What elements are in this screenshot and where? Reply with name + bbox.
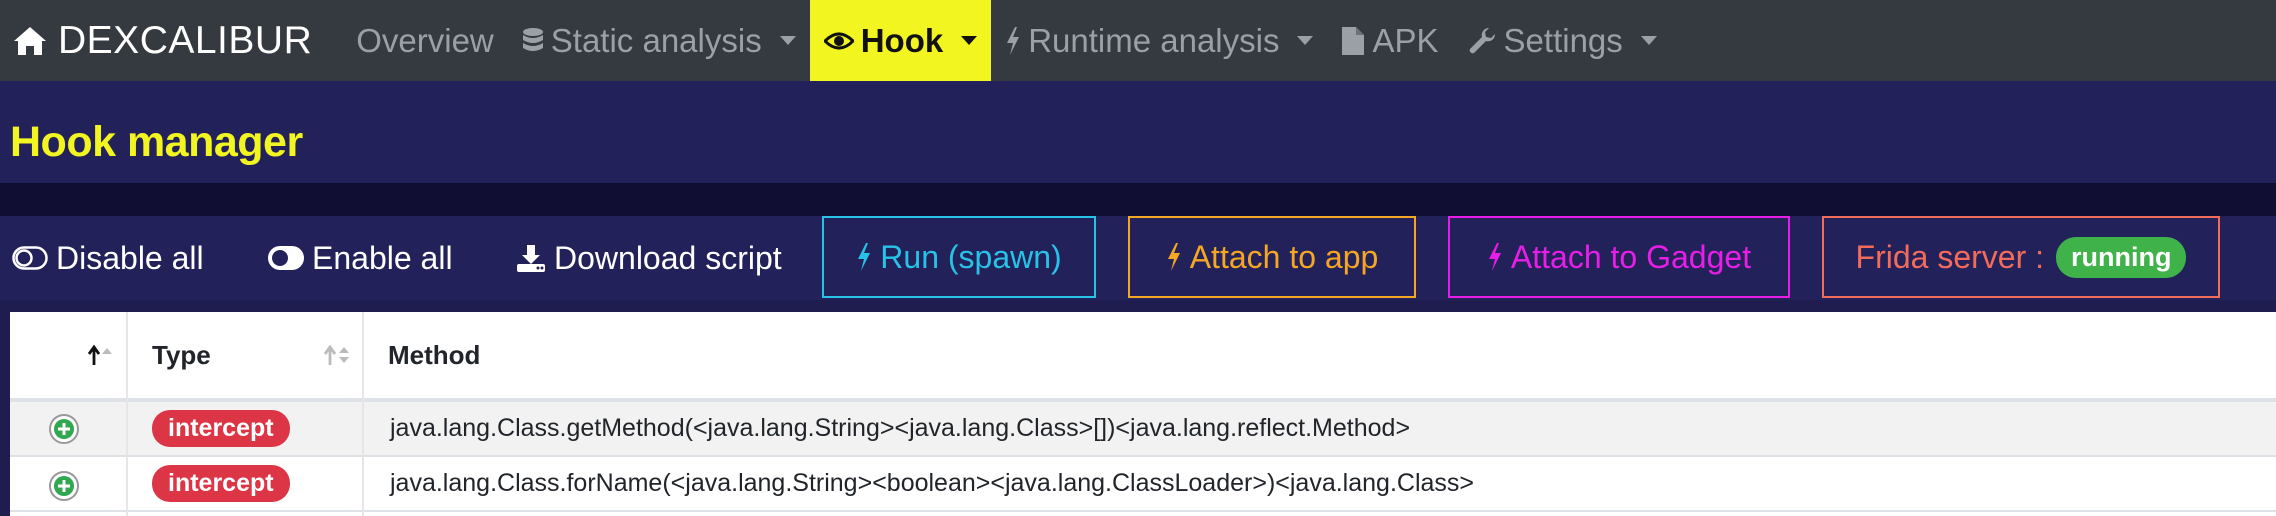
- enable-hook-toggle[interactable]: [48, 459, 80, 512]
- database-icon: [522, 27, 544, 55]
- top-navbar: DEXCALIBUR Overview Static analysis Hook: [0, 0, 2276, 81]
- th-method-label: Method: [388, 339, 481, 370]
- bolt-icon: [1005, 26, 1021, 56]
- hooks-table: Type Method intercept java.lang.Class.ge: [10, 312, 2276, 516]
- chevron-down-icon: [1297, 36, 1314, 45]
- nav-static-analysis-label: Static analysis: [550, 21, 762, 59]
- plus-circle-icon: [49, 470, 79, 501]
- plus-circle-icon: [49, 413, 79, 444]
- attach-to-gadget-label: Attach to Gadget: [1510, 238, 1752, 275]
- nav-runtime-analysis-label: Runtime analysis: [1028, 21, 1280, 59]
- frida-server-status[interactable]: Frida server : running: [1822, 216, 2220, 298]
- nav-runtime-analysis[interactable]: Runtime analysis: [991, 0, 1327, 81]
- hook-type-cell: intercept: [152, 457, 290, 510]
- nav-hook[interactable]: Hook: [809, 0, 992, 81]
- table-row[interactable]: intercept java.lang.Class.forName(<java.…: [10, 457, 2276, 512]
- nav-settings[interactable]: Settings: [1453, 0, 1671, 81]
- header-divider: [0, 183, 2276, 216]
- run-spawn-label: Run (spawn): [880, 238, 1062, 275]
- run-spawn-button[interactable]: Run (spawn): [822, 216, 1096, 298]
- attach-to-app-label: Attach to app: [1189, 238, 1379, 275]
- th-status[interactable]: [10, 312, 128, 398]
- column-divider: [126, 312, 128, 516]
- home-icon: [14, 26, 46, 55]
- nav-apk-label: APK: [1372, 21, 1439, 59]
- th-type[interactable]: Type: [128, 312, 364, 398]
- chevron-down-icon: [779, 36, 796, 45]
- enable-all-label: Enable all: [312, 239, 453, 276]
- frida-status-badge: running: [2056, 236, 2187, 278]
- file-icon: [1341, 26, 1365, 56]
- frida-server-label: Frida server :: [1855, 238, 2044, 275]
- nav-settings-label: Settings: [1503, 21, 1623, 59]
- attach-to-gadget-button[interactable]: Attach to Gadget: [1448, 216, 1790, 298]
- download-icon: [516, 243, 546, 273]
- eye-icon: [823, 30, 854, 52]
- hook-method: java.lang.Class.forName(<java.lang.Strin…: [390, 469, 1474, 497]
- chevron-down-icon: [961, 36, 978, 45]
- column-divider: [362, 312, 364, 516]
- attach-to-app-button[interactable]: Attach to app: [1128, 216, 1416, 298]
- sort-icon: [322, 343, 354, 367]
- th-type-label: Type: [152, 339, 211, 370]
- page-title: Hook manager: [10, 118, 303, 166]
- nav-hook-label: Hook: [860, 21, 944, 59]
- hook-type-badge: intercept: [152, 410, 290, 447]
- bolt-icon: [1487, 242, 1503, 272]
- nav-overview[interactable]: Overview: [356, 0, 508, 81]
- download-script-button[interactable]: Download script: [516, 216, 782, 300]
- sort-asc-icon: [86, 343, 114, 367]
- wrench-icon: [1467, 26, 1497, 56]
- nav-overview-label: Overview: [356, 21, 494, 59]
- nav-static-analysis[interactable]: Static analysis: [508, 0, 810, 81]
- chevron-down-icon: [1640, 36, 1657, 45]
- download-script-label: Download script: [554, 239, 782, 276]
- th-method[interactable]: Method: [364, 312, 2264, 398]
- page-header: Hook manager: [0, 81, 2276, 183]
- brand-name: DEXCALIBUR: [58, 18, 313, 62]
- disable-all-label: Disable all: [56, 239, 204, 276]
- table-header: Type Method: [10, 312, 2276, 402]
- enable-hook-toggle[interactable]: [48, 402, 80, 455]
- disable-all-button[interactable]: Disable all: [12, 216, 204, 300]
- enable-all-button[interactable]: Enable all: [268, 216, 453, 300]
- brand-link[interactable]: DEXCALIBUR: [0, 19, 312, 63]
- toggle-on-icon: [268, 246, 304, 270]
- hook-method-cell: java.lang.Class.forName(<java.lang.Strin…: [390, 457, 1474, 510]
- nav-apk[interactable]: APK: [1327, 0, 1452, 81]
- hook-toolbar: Disable all Enable all Download script R…: [0, 216, 2276, 300]
- hook-type-badge: intercept: [152, 465, 290, 502]
- toggle-off-icon: [12, 246, 48, 270]
- hook-method-cell: java.lang.Class.getMethod(<java.lang.Str…: [390, 402, 1410, 455]
- hook-method: java.lang.Class.getMethod(<java.lang.Str…: [390, 414, 1411, 442]
- bolt-icon: [1166, 242, 1182, 272]
- bolt-icon: [856, 242, 872, 272]
- hook-type-cell: intercept: [152, 402, 290, 455]
- table-row[interactable]: intercept java.lang.Class.getMethod(<jav…: [10, 402, 2276, 457]
